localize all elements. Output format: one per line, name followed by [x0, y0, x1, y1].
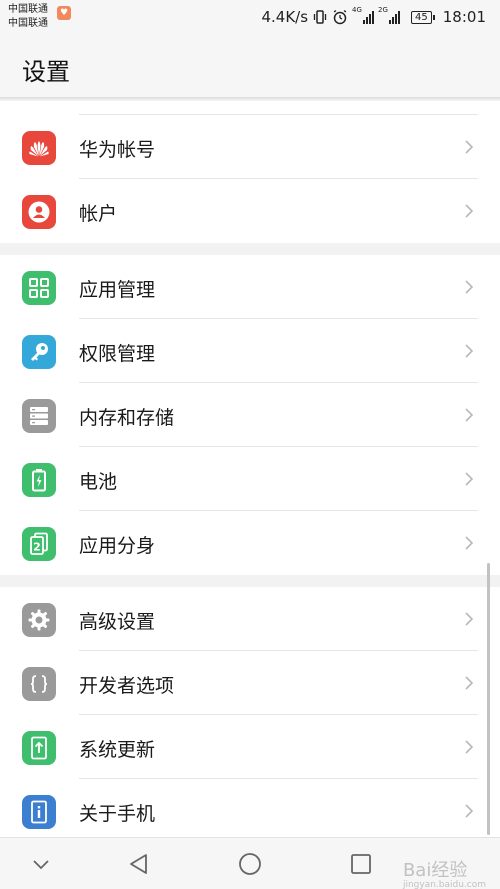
settings-item-huawei-id[interactable]: 华为帐号: [0, 115, 500, 179]
settings-item-permissions[interactable]: 权限管理: [0, 319, 500, 383]
status-bar: 中国联通 中国联通 ♥ 4.4K/s 4G 2G 45 18:01: [0, 0, 500, 36]
settings-item-label: 华为帐号: [79, 139, 156, 161]
chevron-right-icon: [465, 740, 474, 754]
chevron-right-icon: [465, 280, 474, 294]
scrollbar[interactable]: [487, 563, 490, 835]
notification-heart-icon: ♥: [57, 6, 71, 20]
phone-info-icon: [22, 795, 56, 829]
settings-item-app-twin[interactable]: 2 应用分身: [0, 511, 500, 575]
list-top-padding: [0, 101, 500, 115]
settings-item-label: 帐户: [79, 203, 118, 225]
chevron-right-icon: [465, 408, 474, 422]
signal-2g-icon: 2G: [378, 6, 401, 24]
carrier-2: 中国联通: [8, 18, 48, 29]
header: 设置: [0, 36, 500, 98]
chevron-right-icon: [465, 536, 474, 550]
settings-item-developer-options[interactable]: 开发者选项: [0, 651, 500, 715]
net-4g-label: 4G: [352, 6, 362, 14]
collapse-chevron-icon[interactable]: [28, 851, 54, 877]
chevron-right-icon: [465, 204, 474, 218]
key-icon: [22, 335, 56, 369]
chevron-right-icon: [465, 344, 474, 358]
baidu-watermark: Bai经验 jingyan.baidu.com: [403, 856, 486, 889]
alarm-icon: [333, 9, 347, 25]
svg-text:2: 2: [33, 541, 41, 554]
storage-icon: [22, 399, 56, 433]
network-speed: 4.4K/s: [261, 8, 309, 26]
huawei-logo-icon: [22, 131, 56, 165]
carrier-1: 中国联通: [8, 4, 48, 15]
vibrate-icon: [313, 10, 327, 24]
battery-icon: [22, 463, 56, 497]
watermark-text: Bai经验: [402, 860, 468, 881]
gear-icon: [22, 603, 56, 637]
app-grid-icon: [22, 271, 56, 305]
watermark-url: jingyan.baidu.com: [402, 880, 486, 889]
navigation-bar: Bai经验 jingyan.baidu.com: [0, 837, 500, 889]
recents-square-icon[interactable]: [348, 851, 374, 877]
settings-item-label: 内存和存储: [79, 407, 175, 429]
page-title: 设置: [22, 58, 70, 86]
settings-item-label: 应用分身: [79, 535, 156, 557]
app-twin-icon: 2: [22, 527, 56, 561]
braces-icon: [22, 667, 56, 701]
settings-list[interactable]: 华为帐号 帐户 应用管理 权限管理 内存和存储 电池 2 应用分身 高级设置 开…: [0, 101, 500, 843]
settings-item-label: 高级设置: [79, 611, 156, 633]
settings-item-label: 开发者选项: [79, 675, 175, 697]
clock: 18:01: [442, 8, 486, 26]
group-separator: [0, 243, 500, 255]
signal-4g-icon: 4G: [352, 6, 375, 24]
chevron-right-icon: [465, 804, 474, 818]
settings-item-system-update[interactable]: 系统更新: [0, 715, 500, 779]
settings-item-account[interactable]: 帐户: [0, 179, 500, 243]
settings-item-battery[interactable]: 电池: [0, 447, 500, 511]
settings-item-label: 应用管理: [79, 279, 156, 301]
back-triangle-icon[interactable]: [126, 851, 152, 877]
net-2g-label: 2G: [378, 6, 388, 14]
settings-item-label: 系统更新: [79, 739, 156, 761]
settings-item-label: 电池: [79, 471, 118, 493]
chevron-right-icon: [465, 676, 474, 690]
settings-item-advanced[interactable]: 高级设置: [0, 587, 500, 651]
account-person-icon: [22, 195, 56, 229]
battery-level: 45: [411, 10, 435, 24]
system-update-icon: [22, 731, 56, 765]
settings-item-about-phone[interactable]: 关于手机: [0, 779, 500, 843]
chevron-right-icon: [465, 140, 474, 154]
chevron-right-icon: [465, 612, 474, 626]
settings-item-label: 关于手机: [79, 803, 156, 825]
settings-item-app-management[interactable]: 应用管理: [0, 255, 500, 319]
status-indicators: 4.4K/s 4G 2G 45 18:01: [261, 6, 486, 27]
group-separator: [0, 575, 500, 587]
settings-item-label: 权限管理: [79, 343, 156, 365]
chevron-right-icon: [465, 472, 474, 486]
home-circle-icon[interactable]: [237, 851, 263, 877]
settings-item-storage[interactable]: 内存和存储: [0, 383, 500, 447]
carrier-names: 中国联通 中国联通: [8, 3, 48, 31]
